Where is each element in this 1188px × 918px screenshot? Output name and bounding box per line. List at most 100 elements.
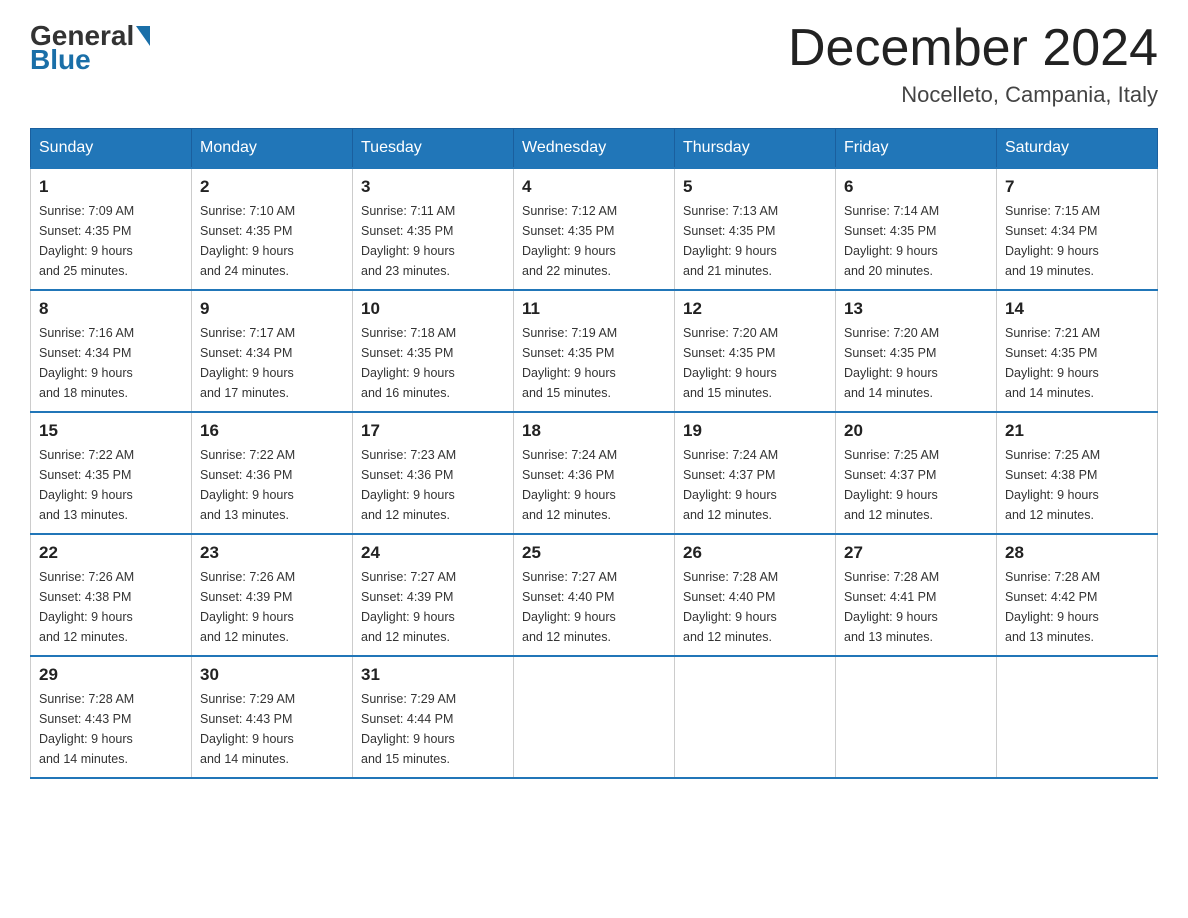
calendar-cell: 25 Sunrise: 7:27 AM Sunset: 4:40 PM Dayl… [514,534,675,656]
month-title: December 2024 [788,20,1158,77]
day-number: 5 [683,177,827,197]
day-info: Sunrise: 7:14 AM Sunset: 4:35 PM Dayligh… [844,201,988,281]
calendar-cell: 21 Sunrise: 7:25 AM Sunset: 4:38 PM Dayl… [997,412,1158,534]
day-info: Sunrise: 7:26 AM Sunset: 4:38 PM Dayligh… [39,567,183,647]
calendar-cell: 6 Sunrise: 7:14 AM Sunset: 4:35 PM Dayli… [836,168,997,290]
logo: General Blue [30,20,152,76]
day-info: Sunrise: 7:20 AM Sunset: 4:35 PM Dayligh… [683,323,827,403]
day-info: Sunrise: 7:29 AM Sunset: 4:43 PM Dayligh… [200,689,344,769]
day-info: Sunrise: 7:11 AM Sunset: 4:35 PM Dayligh… [361,201,505,281]
day-info: Sunrise: 7:29 AM Sunset: 4:44 PM Dayligh… [361,689,505,769]
calendar-cell: 19 Sunrise: 7:24 AM Sunset: 4:37 PM Dayl… [675,412,836,534]
day-number: 3 [361,177,505,197]
day-info: Sunrise: 7:15 AM Sunset: 4:34 PM Dayligh… [1005,201,1149,281]
calendar-cell: 20 Sunrise: 7:25 AM Sunset: 4:37 PM Dayl… [836,412,997,534]
day-number: 12 [683,299,827,319]
page-header: General Blue December 2024 Nocelleto, Ca… [30,20,1158,108]
day-number: 1 [39,177,183,197]
day-info: Sunrise: 7:22 AM Sunset: 4:35 PM Dayligh… [39,445,183,525]
calendar-week-row: 15 Sunrise: 7:22 AM Sunset: 4:35 PM Dayl… [31,412,1158,534]
calendar-cell: 23 Sunrise: 7:26 AM Sunset: 4:39 PM Dayl… [192,534,353,656]
header-friday: Friday [836,129,997,169]
calendar-cell: 16 Sunrise: 7:22 AM Sunset: 4:36 PM Dayl… [192,412,353,534]
day-number: 25 [522,543,666,563]
day-number: 8 [39,299,183,319]
calendar-cell: 18 Sunrise: 7:24 AM Sunset: 4:36 PM Dayl… [514,412,675,534]
calendar-table: SundayMondayTuesdayWednesdayThursdayFrid… [30,128,1158,779]
day-info: Sunrise: 7:26 AM Sunset: 4:39 PM Dayligh… [200,567,344,647]
day-number: 27 [844,543,988,563]
day-info: Sunrise: 7:20 AM Sunset: 4:35 PM Dayligh… [844,323,988,403]
day-number: 11 [522,299,666,319]
day-info: Sunrise: 7:12 AM Sunset: 4:35 PM Dayligh… [522,201,666,281]
calendar-cell: 9 Sunrise: 7:17 AM Sunset: 4:34 PM Dayli… [192,290,353,412]
day-info: Sunrise: 7:23 AM Sunset: 4:36 PM Dayligh… [361,445,505,525]
day-info: Sunrise: 7:17 AM Sunset: 4:34 PM Dayligh… [200,323,344,403]
calendar-week-row: 8 Sunrise: 7:16 AM Sunset: 4:34 PM Dayli… [31,290,1158,412]
day-number: 18 [522,421,666,441]
day-number: 19 [683,421,827,441]
day-number: 10 [361,299,505,319]
day-info: Sunrise: 7:24 AM Sunset: 4:37 PM Dayligh… [683,445,827,525]
calendar-week-row: 1 Sunrise: 7:09 AM Sunset: 4:35 PM Dayli… [31,168,1158,290]
calendar-cell: 3 Sunrise: 7:11 AM Sunset: 4:35 PM Dayli… [353,168,514,290]
header-sunday: Sunday [31,129,192,169]
calendar-cell: 31 Sunrise: 7:29 AM Sunset: 4:44 PM Dayl… [353,656,514,778]
calendar-cell: 12 Sunrise: 7:20 AM Sunset: 4:35 PM Dayl… [675,290,836,412]
calendar-cell: 29 Sunrise: 7:28 AM Sunset: 4:43 PM Dayl… [31,656,192,778]
calendar-week-row: 29 Sunrise: 7:28 AM Sunset: 4:43 PM Dayl… [31,656,1158,778]
day-number: 16 [200,421,344,441]
calendar-cell [997,656,1158,778]
calendar-cell: 5 Sunrise: 7:13 AM Sunset: 4:35 PM Dayli… [675,168,836,290]
header-saturday: Saturday [997,129,1158,169]
calendar-cell: 30 Sunrise: 7:29 AM Sunset: 4:43 PM Dayl… [192,656,353,778]
logo-triangle-icon [136,26,150,46]
day-number: 31 [361,665,505,685]
day-number: 23 [200,543,344,563]
calendar-cell [836,656,997,778]
title-section: December 2024 Nocelleto, Campania, Italy [788,20,1158,108]
header-thursday: Thursday [675,129,836,169]
day-info: Sunrise: 7:13 AM Sunset: 4:35 PM Dayligh… [683,201,827,281]
location-title: Nocelleto, Campania, Italy [788,82,1158,108]
day-number: 2 [200,177,344,197]
day-info: Sunrise: 7:18 AM Sunset: 4:35 PM Dayligh… [361,323,505,403]
day-number: 9 [200,299,344,319]
day-number: 21 [1005,421,1149,441]
day-number: 4 [522,177,666,197]
header-tuesday: Tuesday [353,129,514,169]
day-number: 6 [844,177,988,197]
day-info: Sunrise: 7:28 AM Sunset: 4:43 PM Dayligh… [39,689,183,769]
calendar-cell: 17 Sunrise: 7:23 AM Sunset: 4:36 PM Dayl… [353,412,514,534]
day-number: 24 [361,543,505,563]
day-info: Sunrise: 7:22 AM Sunset: 4:36 PM Dayligh… [200,445,344,525]
day-info: Sunrise: 7:19 AM Sunset: 4:35 PM Dayligh… [522,323,666,403]
calendar-cell [675,656,836,778]
calendar-cell: 26 Sunrise: 7:28 AM Sunset: 4:40 PM Dayl… [675,534,836,656]
logo-blue-text: Blue [30,44,91,75]
day-number: 20 [844,421,988,441]
day-info: Sunrise: 7:21 AM Sunset: 4:35 PM Dayligh… [1005,323,1149,403]
day-info: Sunrise: 7:25 AM Sunset: 4:38 PM Dayligh… [1005,445,1149,525]
day-info: Sunrise: 7:09 AM Sunset: 4:35 PM Dayligh… [39,201,183,281]
day-number: 7 [1005,177,1149,197]
day-info: Sunrise: 7:27 AM Sunset: 4:39 PM Dayligh… [361,567,505,647]
calendar-cell: 15 Sunrise: 7:22 AM Sunset: 4:35 PM Dayl… [31,412,192,534]
calendar-header-row: SundayMondayTuesdayWednesdayThursdayFrid… [31,129,1158,169]
calendar-cell: 10 Sunrise: 7:18 AM Sunset: 4:35 PM Dayl… [353,290,514,412]
day-info: Sunrise: 7:25 AM Sunset: 4:37 PM Dayligh… [844,445,988,525]
day-info: Sunrise: 7:24 AM Sunset: 4:36 PM Dayligh… [522,445,666,525]
calendar-week-row: 22 Sunrise: 7:26 AM Sunset: 4:38 PM Dayl… [31,534,1158,656]
day-number: 28 [1005,543,1149,563]
day-number: 14 [1005,299,1149,319]
header-monday: Monday [192,129,353,169]
calendar-cell: 8 Sunrise: 7:16 AM Sunset: 4:34 PM Dayli… [31,290,192,412]
calendar-cell: 28 Sunrise: 7:28 AM Sunset: 4:42 PM Dayl… [997,534,1158,656]
day-info: Sunrise: 7:28 AM Sunset: 4:42 PM Dayligh… [1005,567,1149,647]
calendar-cell: 4 Sunrise: 7:12 AM Sunset: 4:35 PM Dayli… [514,168,675,290]
day-number: 22 [39,543,183,563]
calendar-cell: 11 Sunrise: 7:19 AM Sunset: 4:35 PM Dayl… [514,290,675,412]
calendar-cell: 1 Sunrise: 7:09 AM Sunset: 4:35 PM Dayli… [31,168,192,290]
day-number: 17 [361,421,505,441]
calendar-cell: 2 Sunrise: 7:10 AM Sunset: 4:35 PM Dayli… [192,168,353,290]
